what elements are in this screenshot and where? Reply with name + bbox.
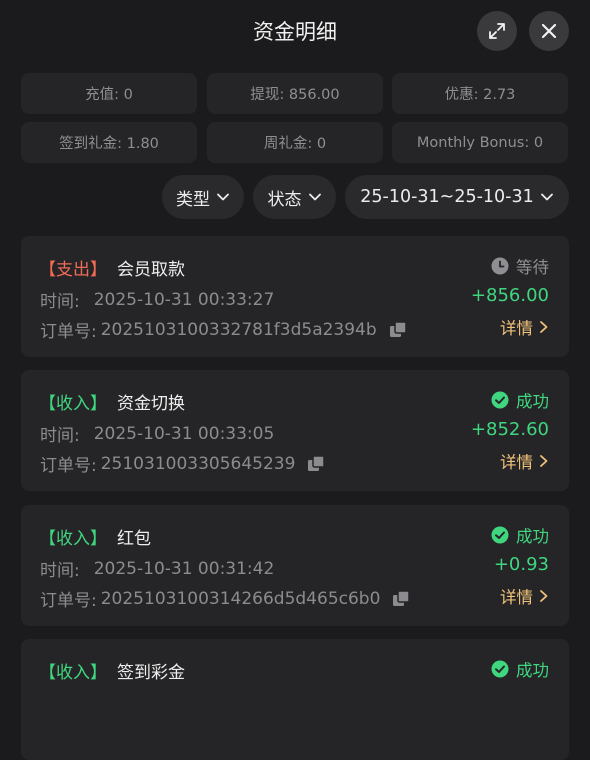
chevron-right-icon — [540, 590, 548, 602]
record-name: 签到彩金 — [117, 663, 185, 683]
copy-icon[interactable] — [307, 454, 326, 473]
record-order-row: 订单号: 25103100330564523​9 — [40, 451, 326, 476]
record-status: 成功 — [491, 657, 549, 681]
record-tag: 【收入】 — [39, 529, 107, 549]
record-status: 成功 — [491, 388, 549, 412]
expand-icon — [489, 23, 505, 39]
record-card[interactable]: 【收入】 红包 时间: 2025-10-31 00:31:42 订单号: 2025… — [21, 505, 569, 626]
record-card[interactable]: 【收入】 签到彩金 成功 — [21, 639, 569, 760]
status-filter[interactable]: 状态 — [253, 175, 336, 219]
stat-withdraw: 提现: 856.00 — [207, 73, 383, 114]
copy-icon[interactable] — [389, 320, 407, 339]
record-time: 2025-10-31 00:33:05 — [93, 423, 275, 444]
record-title: 【支出】 会员取款 — [39, 255, 185, 280]
record-time: 2025-10-31 00:31:42 — [93, 558, 275, 579]
record-card[interactable]: 【收入】 资金切换 时间: 2025-10-31 00:33:05 订单号: 25… — [21, 370, 569, 491]
copy-icon[interactable] — [392, 589, 411, 608]
order-label: 订单号: — [40, 322, 97, 342]
close-button[interactable] — [529, 11, 569, 51]
order-label: 订单号: — [40, 591, 97, 611]
record-title: 【收入】 资金切换 — [39, 389, 185, 414]
detail-label: 详情 — [500, 588, 533, 607]
header: 资金明细 — [0, 0, 590, 64]
date-range-label: 25-10-31~25-10-31 — [360, 187, 534, 207]
record-amount: +852.60 — [470, 419, 549, 440]
record-tag: 【收入】 — [39, 394, 107, 414]
record-amount: +0.93 — [493, 554, 549, 575]
chevron-down-icon — [308, 193, 321, 201]
chevron-right-icon — [540, 321, 548, 333]
record-time-row: 时间: 2025-10-31 00:31:42 — [40, 556, 275, 582]
record-card[interactable]: 【支出】 会员取款 时间: 2025-10-31 00:33:27 订单号: 20… — [21, 236, 569, 357]
stat-checkin-bonus: 签到礼金: 1.80 — [21, 122, 197, 163]
stat-weekly-bonus: 周礼金: 0 — [207, 122, 383, 163]
record-time: 2025-10-31 00:33:27 — [93, 289, 275, 310]
clock-icon — [491, 257, 509, 275]
record-time-row: 时间: 2025-10-31 00:33:05 — [40, 421, 275, 447]
record-status-label: 成功 — [516, 661, 549, 680]
detail-label: 详情 — [500, 453, 533, 472]
stat-recharge: 充值: 0 — [21, 73, 197, 114]
expand-button[interactable] — [477, 11, 517, 51]
detail-link[interactable]: 详情 — [500, 449, 549, 473]
record-status-label: 成功 — [516, 527, 549, 546]
type-filter-label: 类型 — [176, 189, 210, 210]
record-name: 资金切换 — [117, 394, 185, 414]
record-time-row: 时间: 2025-10-31 00:33:27 — [40, 287, 275, 313]
chevron-right-icon — [540, 455, 548, 467]
type-filter[interactable]: 类型 — [162, 175, 244, 219]
record-status: 成功 — [491, 523, 549, 547]
record-order-number: 2025103100314266d5d465c6b0 — [100, 588, 381, 609]
time-label: 时间: — [40, 561, 80, 581]
stat-monthly-bonus: Monthly Bonus: 0 — [392, 122, 568, 163]
close-icon — [541, 23, 557, 39]
record-tag: 【支出】 — [39, 260, 107, 280]
order-label: 订单号: — [40, 456, 97, 476]
chevron-down-icon — [217, 193, 229, 201]
record-status-label: 等待 — [516, 258, 549, 277]
status-filter-label: 状态 — [267, 189, 302, 210]
detail-label: 详情 — [500, 319, 533, 338]
check-circle-icon — [491, 391, 509, 409]
record-order-number: 2025103100332781f3d5a2394b — [100, 319, 377, 340]
detail-link[interactable]: 详情 — [500, 315, 549, 339]
record-amount: +856.00 — [470, 285, 549, 306]
chevron-down-icon — [540, 193, 553, 201]
check-circle-icon — [491, 526, 509, 544]
record-order-row: 订单号: 2025103100314266d5d465c6b0 — [40, 586, 411, 611]
stat-discount: 优惠: 2.73 — [392, 73, 568, 114]
record-tag: 【收入】 — [39, 663, 107, 683]
record-status-label: 成功 — [516, 392, 549, 411]
check-circle-icon — [491, 660, 509, 678]
record-status: 等待 — [491, 254, 549, 278]
record-name: 红包 — [117, 529, 151, 549]
date-range-filter[interactable]: 25-10-31~25-10-31 — [345, 175, 569, 219]
time-label: 时间: — [40, 292, 80, 312]
record-title: 【收入】 红包 — [39, 524, 151, 549]
record-order-row: 订单号: 2025103100332781f3d5a2394b — [40, 317, 407, 342]
time-label: 时间: — [40, 426, 80, 446]
detail-link[interactable]: 详情 — [500, 584, 549, 608]
record-name: 会员取款 — [117, 260, 185, 280]
record-order-number: 25103100330564523​9 — [100, 453, 296, 474]
